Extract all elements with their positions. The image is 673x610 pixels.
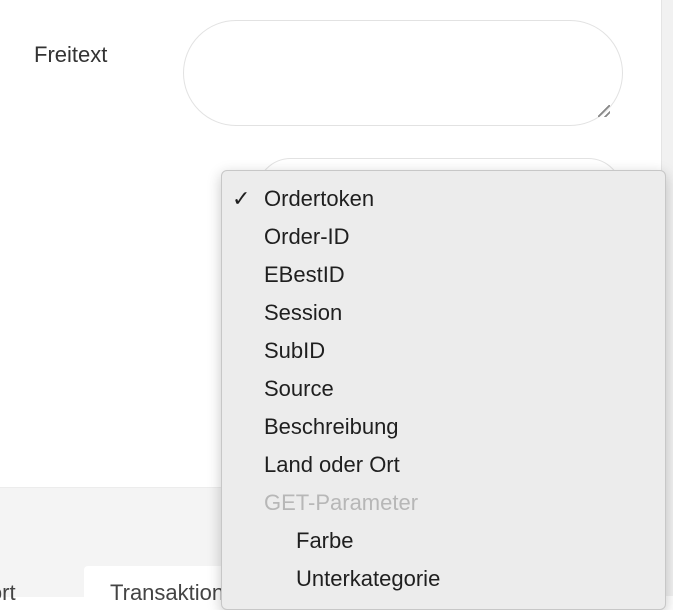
option-order-id[interactable]: Order-ID [222, 218, 665, 256]
option-label: Source [264, 376, 334, 401]
resize-grip-icon[interactable] [598, 105, 610, 117]
checkmark-icon: ✓ [232, 186, 251, 211]
tab-export[interactable]: Export [0, 566, 84, 606]
option-label: Land oder Ort [264, 452, 400, 477]
freitext-textarea[interactable] [183, 20, 623, 126]
option-source[interactable]: Source [222, 370, 665, 408]
option-group-label: GET-Parameter [264, 490, 419, 515]
option-label: EBestID [264, 262, 345, 287]
option-subid[interactable]: SubID [222, 332, 665, 370]
option-unterkategorie[interactable]: Unterkategorie [222, 560, 665, 598]
option-label: Farbe [296, 528, 354, 553]
option-label: Order-ID [264, 224, 350, 249]
option-land-oder-ort[interactable]: Land oder Ort [222, 446, 665, 484]
option-label: SubID [264, 338, 326, 363]
option-session[interactable]: Session [222, 294, 665, 332]
option-beschreibung[interactable]: Beschreibung [222, 408, 665, 446]
option-ordertoken[interactable]: ✓ Ordertoken [222, 180, 665, 218]
option-label: Ordertoken [264, 186, 375, 211]
option-label: Unterkategorie [296, 566, 441, 591]
option-group-get-parameter: GET-Parameter [222, 484, 665, 522]
option-farbe[interactable]: Farbe [222, 522, 665, 560]
option-ebestid[interactable]: EBestID [222, 256, 665, 294]
option-label: Beschreibung [264, 414, 399, 439]
option-label: Session [264, 300, 343, 325]
freitext-label: Freitext [34, 42, 108, 67]
search-field-dropdown-menu[interactable]: ✓ Ordertoken Order-ID EBestID Session Su… [221, 170, 666, 610]
